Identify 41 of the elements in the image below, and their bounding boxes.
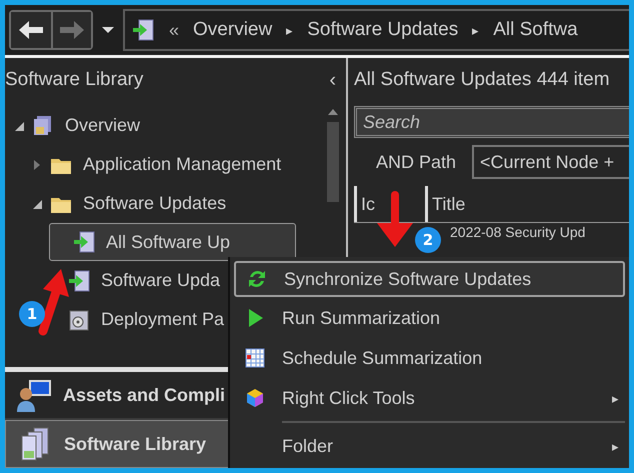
back-arrow-icon (17, 18, 45, 42)
path-dropdown[interactable]: <Current Node + (472, 145, 629, 179)
sync-icon (246, 268, 268, 290)
submenu-arrow: ▸ (612, 438, 619, 454)
cube-icon (244, 387, 266, 409)
pane-title: Software Library (5, 69, 144, 91)
tree-item[interactable]: All Software Up (49, 223, 296, 261)
step-badge: 1 (19, 301, 45, 327)
package-icon (67, 308, 91, 332)
search-field[interactable]: Search (354, 106, 629, 138)
breadcrumb-item[interactable]: Software Updates (307, 19, 458, 41)
scrollbar-thumb[interactable] (327, 122, 339, 202)
breadcrumb-item[interactable]: All Softwa (493, 19, 578, 41)
menu-item[interactable]: Synchronize Software Updates (234, 261, 625, 297)
filter-label: AND Path (375, 152, 458, 172)
calendar-icon (244, 347, 266, 369)
back-button[interactable] (11, 12, 51, 48)
menu-item[interactable]: Run Summarization (234, 299, 625, 337)
update-icon (131, 18, 155, 42)
annotation-arrow (377, 191, 413, 247)
column-header[interactable]: Title (425, 186, 466, 222)
breadcrumb-separator[interactable]: ▸ (472, 22, 480, 38)
breadcrumb-separator[interactable]: ▸ (286, 22, 294, 38)
tree-item[interactable]: Software Updates (79, 191, 230, 216)
list-title: All Software Updates 444 item (354, 68, 611, 92)
tree-item[interactable]: Overview (61, 113, 144, 138)
overflow-chevron[interactable]: « (169, 20, 180, 40)
step-badge: 2 (415, 227, 441, 253)
tree-item[interactable]: Software Upda (97, 268, 224, 293)
tree-item[interactable]: Application Management (79, 152, 286, 177)
update-icon (72, 230, 96, 254)
dropdown-caret-icon (101, 26, 115, 34)
breadcrumb-item[interactable]: Overview (193, 19, 272, 41)
annotation-arrow (38, 269, 69, 336)
table-cell: 2022-08 Security Upd (450, 224, 586, 240)
collapse-button[interactable]: ‹ (325, 68, 340, 92)
scroll-up-icon (327, 108, 339, 116)
tree-item[interactable]: Deployment Pa (97, 307, 228, 332)
update-icon (67, 268, 91, 292)
submenu-arrow: ▸ (612, 390, 619, 406)
forward-arrow-icon (58, 18, 86, 42)
